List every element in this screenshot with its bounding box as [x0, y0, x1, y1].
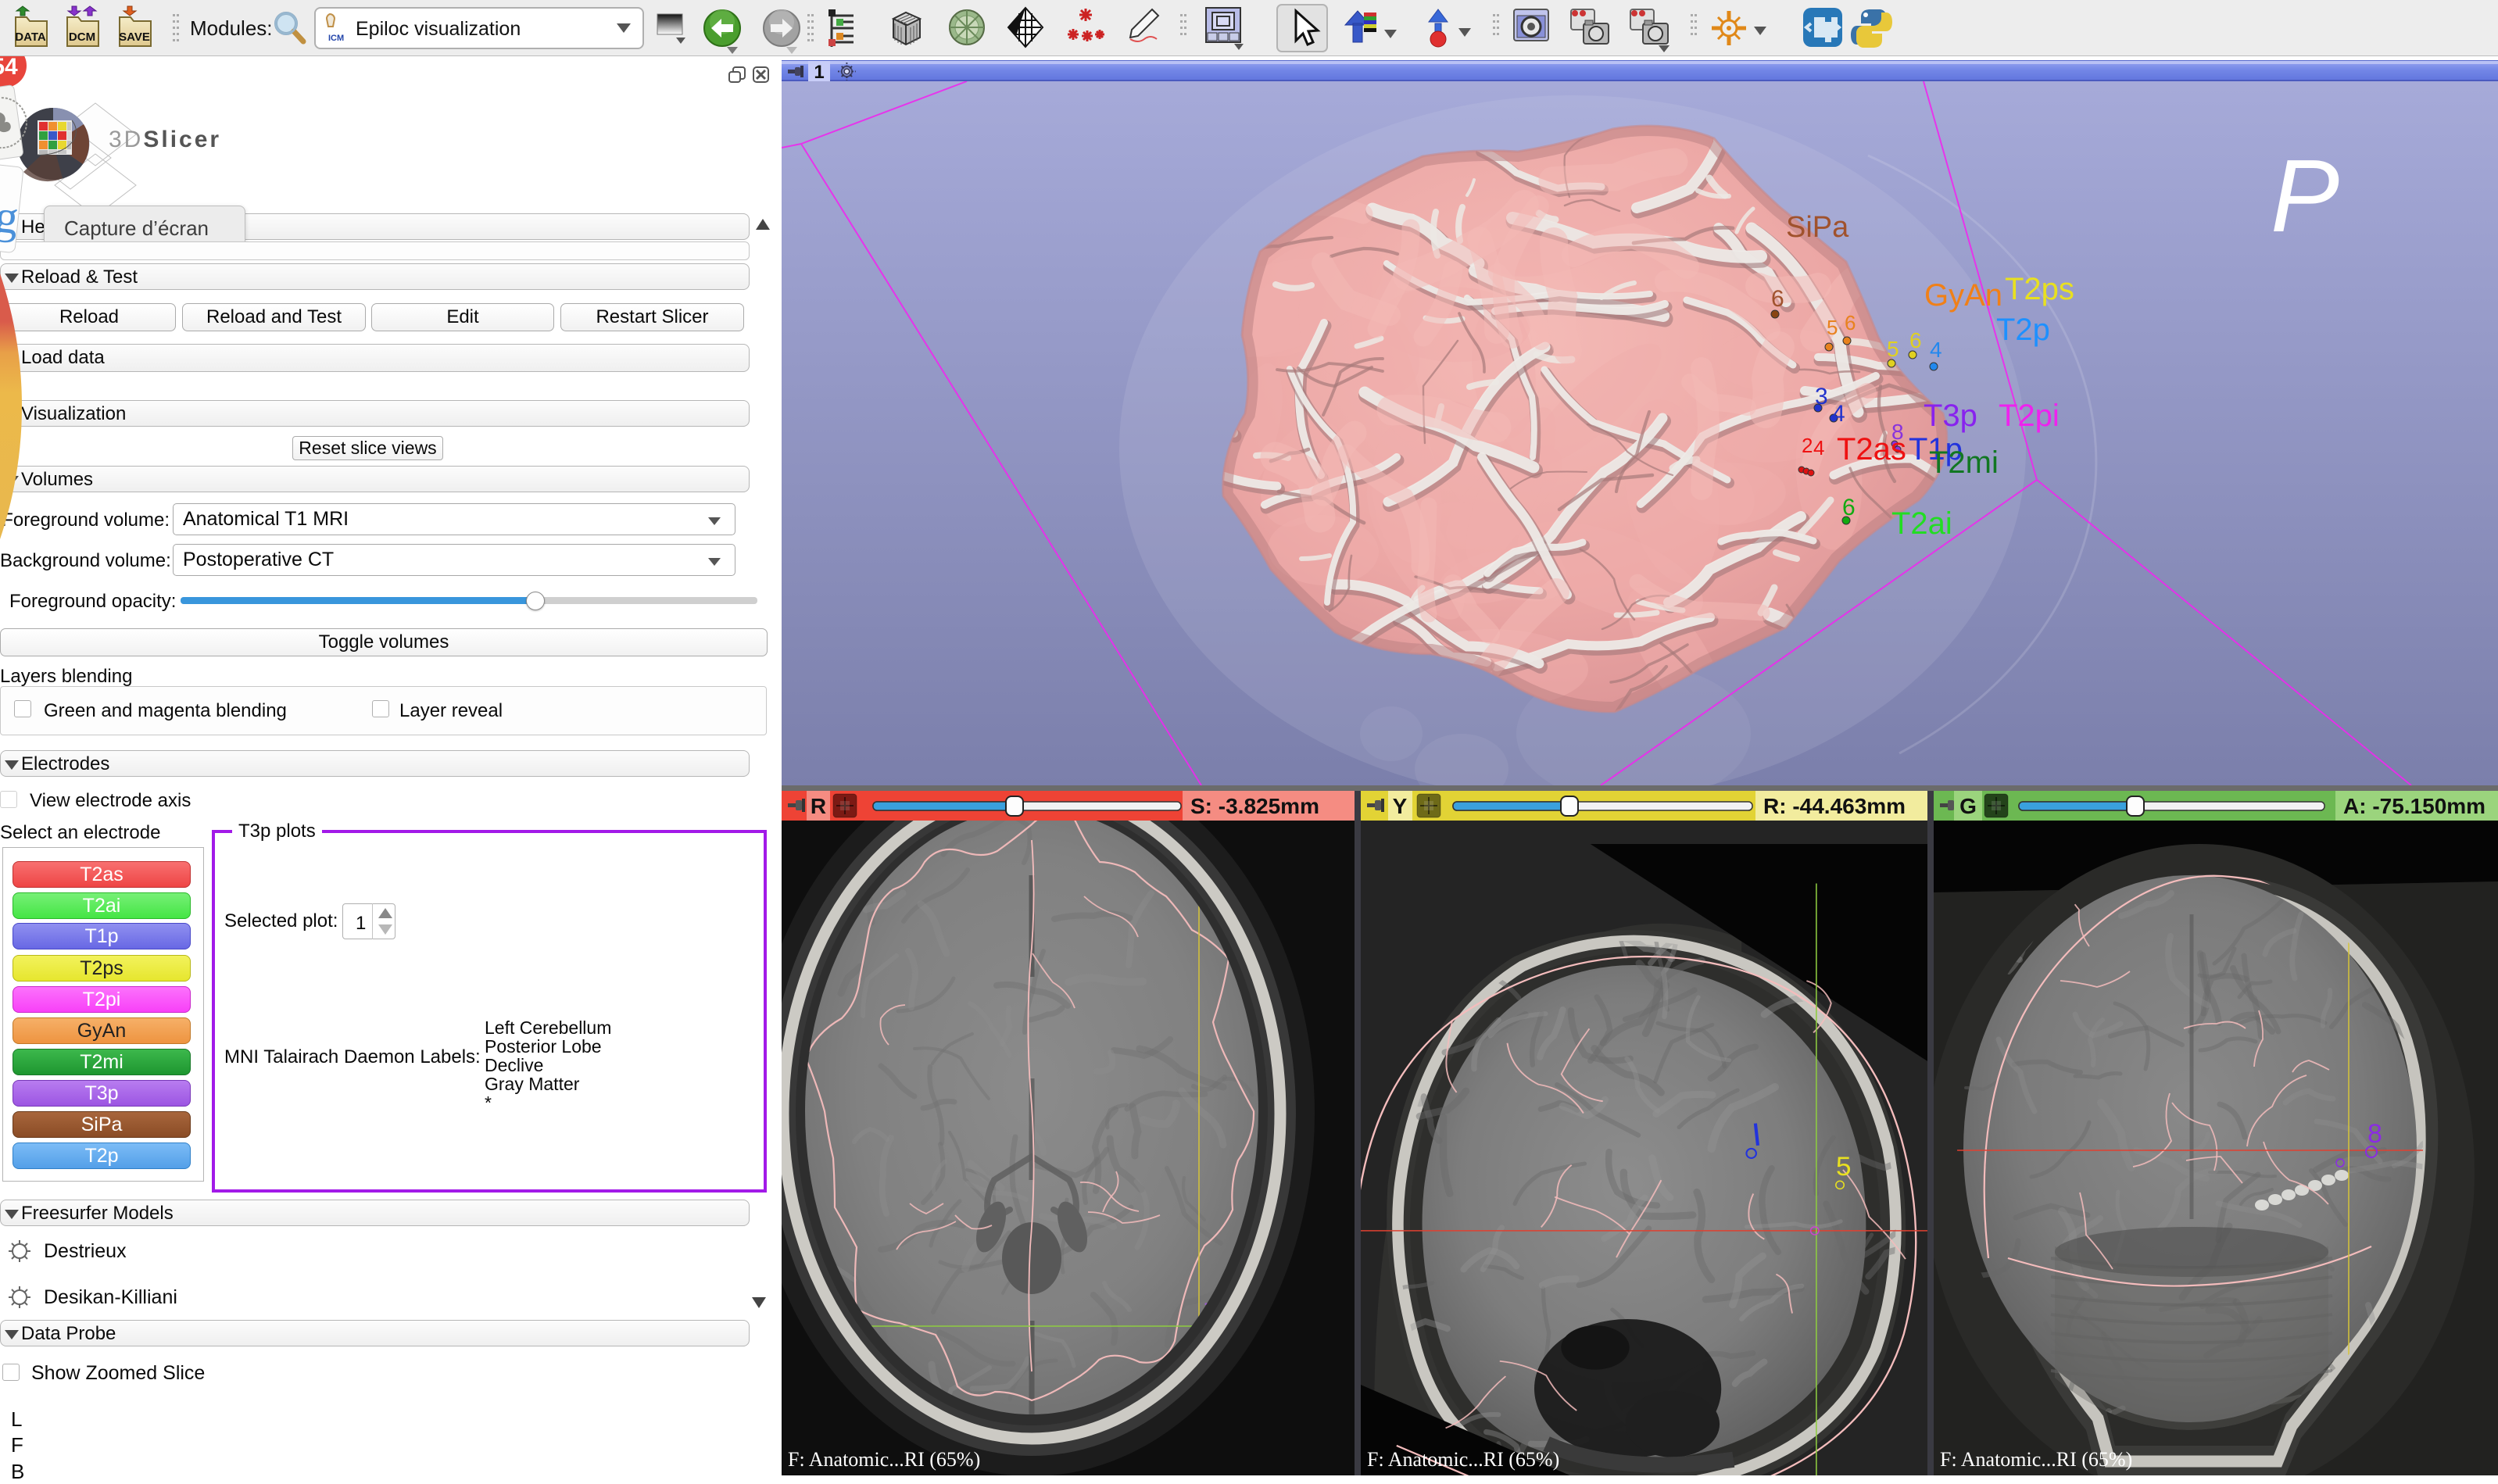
svg-text:4: 4 — [1930, 338, 1942, 362]
svg-text:6: 6 — [1771, 286, 1784, 312]
svg-text:GyAn: GyAn — [1924, 278, 2002, 313]
svg-text:5: 5 — [1836, 1152, 1852, 1182]
svg-text:R: -44.463mm: R: -44.463mm — [1763, 794, 1906, 818]
svg-text:A: -75.150mm: A: -75.150mm — [2343, 794, 2485, 818]
svg-text:4: 4 — [1832, 401, 1845, 427]
svg-text:2: 2 — [1802, 434, 1813, 457]
svg-text:6: 6 — [1842, 495, 1856, 520]
svg-text:5: 5 — [1887, 337, 1899, 361]
svg-text:T3p: T3p — [1924, 399, 1977, 433]
svg-text:R: R — [811, 794, 826, 818]
svg-text:Epiloc visualization: Epiloc visualization — [356, 18, 521, 40]
svg-text:6: 6 — [1845, 311, 1856, 334]
svg-text:5: 5 — [1827, 316, 1838, 339]
svg-text:6: 6 — [1909, 328, 1922, 352]
svg-text:ICM: ICM — [328, 34, 344, 43]
svg-text:T2as: T2as — [1837, 432, 1906, 467]
svg-text:T2p: T2p — [1996, 313, 2050, 347]
svg-text:T2ps: T2ps — [2005, 272, 2074, 306]
svg-text:T2mi: T2mi — [1929, 445, 1999, 480]
svg-text:T2pi: T2pi — [1999, 399, 2060, 433]
svg-text:1: 1 — [814, 62, 824, 82]
svg-text:S: -3.825mm: S: -3.825mm — [1190, 794, 1319, 818]
svg-text:54: 54 — [0, 56, 18, 80]
svg-text:P: P — [2271, 138, 2339, 253]
svg-text:3: 3 — [1815, 384, 1828, 409]
svg-text:g: g — [0, 190, 21, 244]
svg-text:T2ai: T2ai — [1891, 506, 1952, 541]
svg-text:SiPa: SiPa — [1786, 211, 1849, 244]
svg-text:4: 4 — [1813, 436, 1824, 460]
svg-text:SAVE: SAVE — [119, 30, 150, 44]
svg-text:Modules:: Modules: — [190, 16, 273, 40]
svg-text:DATA: DATA — [15, 30, 46, 44]
svg-text:8: 8 — [2367, 1119, 2382, 1149]
svg-text:Y: Y — [1393, 794, 1408, 818]
svg-text:G: G — [1959, 794, 1977, 818]
svg-text:DCM: DCM — [69, 30, 95, 44]
